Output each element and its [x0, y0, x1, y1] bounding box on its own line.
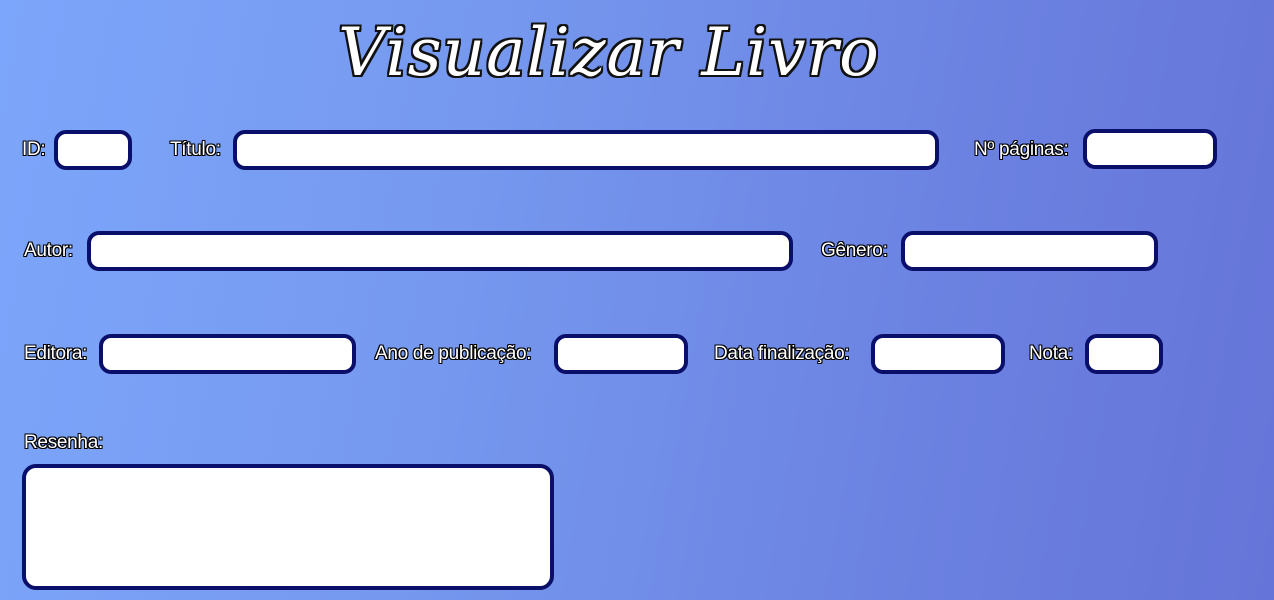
- data-finalizacao-label: Data finalização:: [714, 343, 850, 364]
- titulo-label: Título:: [170, 139, 221, 160]
- nota-field[interactable]: [1085, 334, 1163, 374]
- resenha-textarea[interactable]: [22, 464, 554, 590]
- paginas-label: Nº páginas:: [974, 139, 1069, 160]
- genero-field[interactable]: [901, 231, 1158, 271]
- resenha-label: Resenha:: [24, 432, 103, 453]
- editora-label: Editora:: [24, 343, 88, 364]
- autor-field[interactable]: [87, 231, 793, 271]
- id-field[interactable]: [54, 130, 132, 170]
- autor-label: Autor:: [24, 240, 73, 261]
- ano-publicacao-field[interactable]: [554, 334, 688, 374]
- page-title: Visualizar Livro: [338, 14, 880, 91]
- id-label: ID:: [22, 139, 46, 160]
- titulo-field[interactable]: [233, 130, 939, 170]
- nota-label: Nota:: [1029, 343, 1073, 364]
- paginas-field[interactable]: [1083, 129, 1217, 169]
- data-finalizacao-field[interactable]: [871, 334, 1005, 374]
- ano-publicacao-label: Ano de publicação:: [375, 343, 532, 364]
- editora-field[interactable]: [99, 334, 356, 374]
- genero-label: Gênero:: [821, 240, 888, 261]
